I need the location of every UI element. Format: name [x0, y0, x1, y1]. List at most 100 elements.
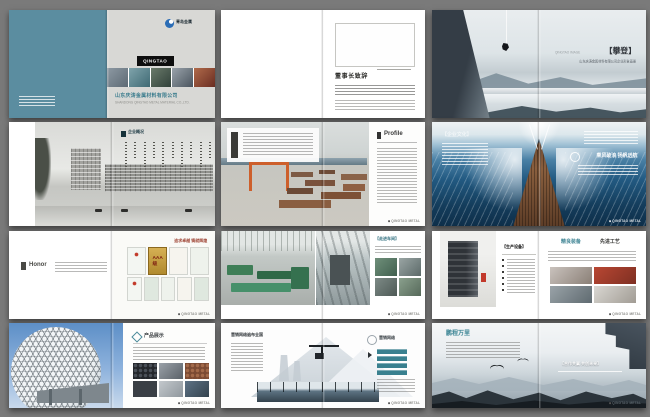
honor-tag-icon: [21, 262, 26, 270]
strip-photo-plant: [151, 68, 172, 87]
grid-photo-blue-steel: [185, 381, 209, 397]
support-leg: [79, 389, 82, 405]
region-chip-stack: [377, 349, 407, 377]
certificate: [144, 277, 159, 301]
car: [95, 209, 102, 212]
dome-photo: [9, 323, 123, 408]
page-footer-mark: QINGTAO METAL: [609, 402, 641, 405]
spread-cover: 青岛金属 QINGTAO 山东庆涛金属材料有限公司 SHANDONG QINGT…: [9, 10, 215, 118]
intro-paragraph: [243, 133, 313, 157]
climb-title: 【攀登】: [605, 47, 636, 55]
grid-photo: [375, 278, 397, 296]
cooling-tower: [279, 355, 289, 381]
green-machine: [231, 283, 291, 292]
region-chip: [377, 356, 407, 361]
grid-photo-coils: [159, 363, 183, 379]
equipment-headline: 精良装备 先进工艺: [561, 239, 636, 248]
workshop-paragraph: [375, 246, 421, 255]
page-footer-mark: QINGTAO METAL: [388, 220, 420, 223]
honor-tag: Honor: [29, 262, 47, 268]
slogan-underline: [558, 371, 622, 372]
worker-in-red: [481, 273, 486, 282]
photo-placeholder-box: [335, 23, 415, 67]
climb-subtitle: 山东庆涛金属材料有限公司企业形象画册: [579, 60, 636, 63]
certificate-grid: AAA级: [127, 247, 209, 303]
cover-back-page: [9, 10, 107, 118]
page-footer-mark: QINGTAO METAL: [609, 220, 641, 223]
grid-photo: [594, 267, 636, 284]
profile-heading: Profile: [384, 131, 403, 137]
tag-rule: [502, 254, 536, 255]
products-paragraph: [133, 347, 205, 360]
strip-photo-steel: [172, 68, 193, 87]
certificate: [161, 277, 176, 301]
equipment-unit: [448, 241, 478, 297]
car: [185, 209, 192, 212]
page-footer-mark: QINGTAO METAL: [609, 313, 641, 316]
network-right-tag: 营销网络: [379, 336, 395, 340]
tree-silhouette: [35, 138, 51, 200]
slogan-subtext: [578, 165, 638, 177]
climbing-rope: [506, 10, 507, 45]
industrial-structure: [594, 323, 646, 369]
spread-honor: Honor 追求卓越 铸就辉煌 AAA级 QINGTAO METAL: [9, 231, 215, 319]
page-footer-mark: QINGTAO METAL: [178, 402, 210, 405]
spread-headquarters: 企业概况 QINGTAO METAL: [9, 122, 215, 226]
honor-paragraph: [55, 262, 107, 272]
climber-silhouette: [502, 43, 509, 51]
section-tag: 企业概况: [121, 130, 160, 138]
cover-company-name-cn: 山东庆涛金属材料有限公司: [115, 93, 178, 98]
ceiling-trusses: [221, 231, 315, 251]
green-machine: [291, 267, 309, 289]
crane-silhouette-base: [315, 353, 324, 359]
back-headline: 鹏程万里: [446, 331, 470, 337]
machine-silhouette: [330, 255, 350, 285]
harbor-photo-strip: [257, 382, 379, 402]
equipment-headline-accent: 精良装备: [561, 239, 581, 244]
profile-rule: [377, 142, 417, 143]
green-machine: [227, 265, 253, 275]
aaa-gold-plaque: AAA级: [148, 247, 167, 275]
page-footer-mark: QINGTAO METAL: [178, 313, 210, 316]
vertical-label-tab: [231, 132, 238, 158]
grid-photo-rust-pipes: [185, 363, 209, 379]
crane-silhouette-arm: [309, 345, 339, 347]
caption-line: [377, 69, 411, 70]
eagle-silhouette: [517, 359, 528, 364]
workshop-photo-main: [221, 231, 315, 305]
grid-photo: [550, 267, 592, 284]
ship-masts: [257, 382, 379, 392]
culture-tag: 【企业文化】: [442, 132, 472, 137]
intro-text-card: [227, 128, 319, 162]
network-circle-icon: [367, 335, 377, 345]
arrow-icon: [368, 352, 372, 358]
grid-photo-pipes: [133, 363, 157, 379]
culture-slogan: 乘风破浪 扬帆远航: [597, 153, 638, 158]
right-intro-text: [584, 131, 638, 145]
strip-photo-street: [107, 68, 128, 87]
products-photo-grid: [133, 363, 209, 397]
equipment-list-text: [507, 259, 535, 293]
logo-swirl-icon: [165, 19, 174, 28]
back-paragraph: [446, 342, 520, 358]
grid-photo: [399, 258, 421, 276]
message-paragraph-2: [335, 100, 415, 112]
products-tag: 产品展示: [144, 333, 164, 338]
spread-workshop: 【走进车间】 QINGTAO METAL: [221, 231, 425, 319]
brochure-mockup-grid: 青岛金属 QINGTAO 山东庆涛金属材料有限公司 SHANDONG QINGT…: [0, 0, 650, 417]
back-slogan: 【合作共赢 共创未来】: [560, 362, 601, 366]
certificate: [127, 277, 142, 301]
region-chip: [377, 363, 407, 368]
certificate: [190, 247, 209, 275]
workshop-tag: 【走进车间】: [375, 237, 399, 241]
workshop-photo-grid: [375, 258, 421, 296]
message-heading: 董事长致辞: [335, 74, 368, 80]
strip-photo-machine: [129, 68, 150, 87]
grid-photo: [550, 286, 592, 303]
equipment-photo-grid: [550, 267, 636, 303]
certificate: [127, 247, 146, 275]
page-footer-mark: QINGTAO METAL: [388, 313, 420, 316]
spread-equipment: 【生产设备】 精良装备 先进工艺 QINGTAO METAL: [432, 231, 646, 319]
region-chip: [377, 370, 407, 375]
network-region-list: [231, 343, 263, 373]
